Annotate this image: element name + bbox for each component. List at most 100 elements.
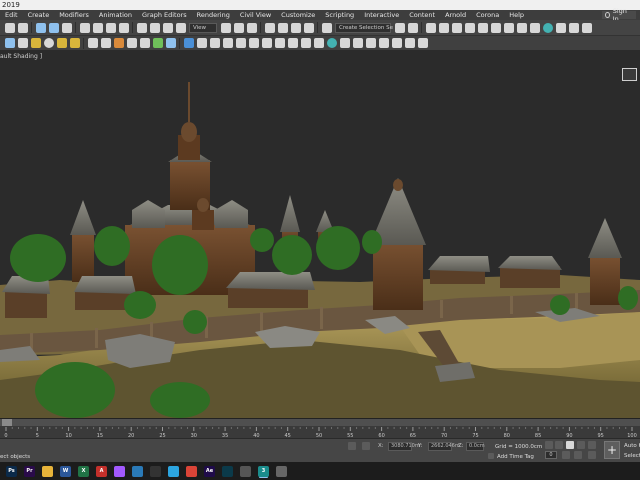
- corona-grass-icon[interactable]: [152, 38, 163, 48]
- menu-civil-view[interactable]: Civil View: [235, 10, 276, 20]
- menu-graph-editors[interactable]: Graph Editors: [137, 10, 192, 20]
- next-frame-icon[interactable]: [577, 441, 585, 449]
- menu-customize[interactable]: Customize: [276, 10, 320, 20]
- corona-lister-icon[interactable]: [209, 38, 220, 48]
- sign-in-button[interactable]: Sign In: [602, 7, 636, 23]
- unlink-icon[interactable]: [48, 22, 59, 33]
- viewport-label[interactable]: ault Shading ]: [0, 53, 42, 60]
- corona-camera-icon[interactable]: [222, 38, 233, 48]
- toggle-ribbon-icon[interactable]: [451, 22, 462, 33]
- set-key-button[interactable]: +: [604, 441, 620, 459]
- go-to-end-icon[interactable]: [588, 441, 596, 449]
- corona-globe-icon[interactable]: [326, 38, 337, 48]
- corona-light-icon[interactable]: [261, 38, 272, 48]
- selected-dropdown[interactable]: Selecte: [624, 452, 640, 460]
- taskbar-ps-icon[interactable]: Ps: [6, 465, 17, 477]
- corona-teapot-icon[interactable]: [404, 38, 415, 48]
- corona-volume-icon[interactable]: [300, 38, 311, 48]
- time-slider-handle[interactable]: [2, 419, 12, 426]
- move-icon[interactable]: [136, 22, 147, 33]
- x-coordinate-field[interactable]: 3080.710m: [388, 442, 420, 451]
- time-tag-icon[interactable]: [488, 453, 494, 459]
- menu-animation[interactable]: Animation: [94, 10, 137, 20]
- taskbar-pr-icon[interactable]: Pr: [24, 465, 35, 477]
- menu-rendering[interactable]: Rendering: [192, 10, 235, 20]
- select-and-manipulate-icon[interactable]: [233, 22, 244, 33]
- menu-corona[interactable]: Corona: [471, 10, 504, 20]
- select-by-name-icon[interactable]: [92, 22, 103, 33]
- spinner-snap-icon[interactable]: [303, 22, 314, 33]
- corona-interactive-icon[interactable]: [183, 38, 194, 48]
- viewcube-icon[interactable]: [622, 68, 637, 81]
- timeline-track[interactable]: 0 5 10 15 20 25 30 35 40 45 50 55 60 65 70 75 80 85 90 95 10…: [0, 419, 640, 439]
- rotate-icon[interactable]: [149, 22, 160, 33]
- add-time-tag-button[interactable]: Add Time Tag: [497, 453, 534, 461]
- undo-icon[interactable]: [4, 22, 15, 33]
- corona-material-icon[interactable]: [113, 38, 124, 48]
- time-slider[interactable]: [0, 419, 640, 426]
- current-frame-field[interactable]: 0: [545, 451, 557, 459]
- taskbar-ae-icon[interactable]: Ae: [204, 465, 215, 477]
- scene-explorer-icon[interactable]: [425, 22, 436, 33]
- perspective-viewport[interactable]: ault Shading ]: [0, 50, 640, 418]
- camera-icon[interactable]: [43, 38, 54, 48]
- lightbulb-icon[interactable]: [56, 38, 67, 48]
- keyboard-shortcut-icon[interactable]: [246, 22, 257, 33]
- menu-modifiers[interactable]: Modifiers: [54, 10, 94, 20]
- lock-selection-icon[interactable]: [348, 442, 356, 450]
- go-to-start-icon[interactable]: [545, 441, 553, 449]
- previous-frame-icon[interactable]: [555, 441, 563, 449]
- link-icon[interactable]: [35, 22, 46, 33]
- menu-arnold[interactable]: Arnold: [440, 10, 471, 20]
- render-production-icon[interactable]: [529, 22, 540, 33]
- render-setup-icon[interactable]: [503, 22, 514, 33]
- rendered-frame-window-icon[interactable]: [516, 22, 527, 33]
- taskbar-excel-icon[interactable]: X: [78, 465, 89, 477]
- play-icon[interactable]: [566, 441, 574, 449]
- snaps-toggle-icon[interactable]: [264, 22, 275, 33]
- corona-sun-icon[interactable]: [248, 38, 259, 48]
- corona-settings-icon[interactable]: [365, 38, 376, 48]
- corona-decal-icon[interactable]: [165, 38, 176, 48]
- render-teapot-icon[interactable]: [542, 22, 553, 33]
- mirror-icon[interactable]: [394, 22, 405, 33]
- absolute-mode-icon[interactable]: [362, 442, 370, 450]
- key-mode-icon[interactable]: [588, 451, 596, 459]
- taskbar-max-icon[interactable]: 3: [258, 465, 269, 477]
- corona-tools-icon[interactable]: [352, 38, 363, 48]
- render-iterative-icon[interactable]: [555, 22, 566, 33]
- light-icon[interactable]: [30, 38, 41, 48]
- taskbar-word-icon[interactable]: W: [60, 465, 71, 477]
- taskbar-corona-icon[interactable]: [276, 465, 287, 477]
- time-configuration-icon[interactable]: [562, 451, 570, 459]
- corona-scatter-icon[interactable]: [139, 38, 150, 48]
- taskbar-unity-icon[interactable]: [240, 465, 251, 477]
- window-crossing-icon[interactable]: [118, 22, 129, 33]
- corona-fog-icon[interactable]: [313, 38, 324, 48]
- corona-layered-icon[interactable]: [339, 38, 350, 48]
- curve-editor-icon[interactable]: [464, 22, 475, 33]
- corona-render-icon[interactable]: [87, 38, 98, 48]
- align-icon[interactable]: [407, 22, 418, 33]
- taskbar-chrome-icon[interactable]: [186, 465, 197, 477]
- redo-icon[interactable]: [17, 22, 28, 33]
- bind-space-warp-icon[interactable]: [61, 22, 72, 33]
- corona-ao-icon[interactable]: [287, 38, 298, 48]
- angle-snap-icon[interactable]: [277, 22, 288, 33]
- edit-named-selection-icon[interactable]: [321, 22, 332, 33]
- corona-lightmix-icon[interactable]: [391, 38, 402, 48]
- render-region-icon[interactable]: [568, 22, 579, 33]
- select-object-icon[interactable]: [79, 22, 90, 33]
- omni-light-icon[interactable]: [69, 38, 80, 48]
- timeline[interactable]: 0 5 10 15 20 25 30 35 40 45 50 55 60 65 70 75 80 85 90 95 10…: [0, 418, 640, 439]
- corona-denoise-icon[interactable]: [378, 38, 389, 48]
- corona-vfb-icon[interactable]: [100, 38, 111, 48]
- percent-snap-icon[interactable]: [290, 22, 301, 33]
- menu-content[interactable]: Content: [404, 10, 440, 20]
- key-filters-icon[interactable]: [574, 451, 582, 459]
- pivot-center-icon[interactable]: [220, 22, 231, 33]
- menu-edit[interactable]: Edit: [0, 10, 23, 20]
- layer-explorer-icon[interactable]: [438, 22, 449, 33]
- region-select-icon[interactable]: [105, 22, 116, 33]
- taskbar-figma-icon[interactable]: [114, 465, 125, 477]
